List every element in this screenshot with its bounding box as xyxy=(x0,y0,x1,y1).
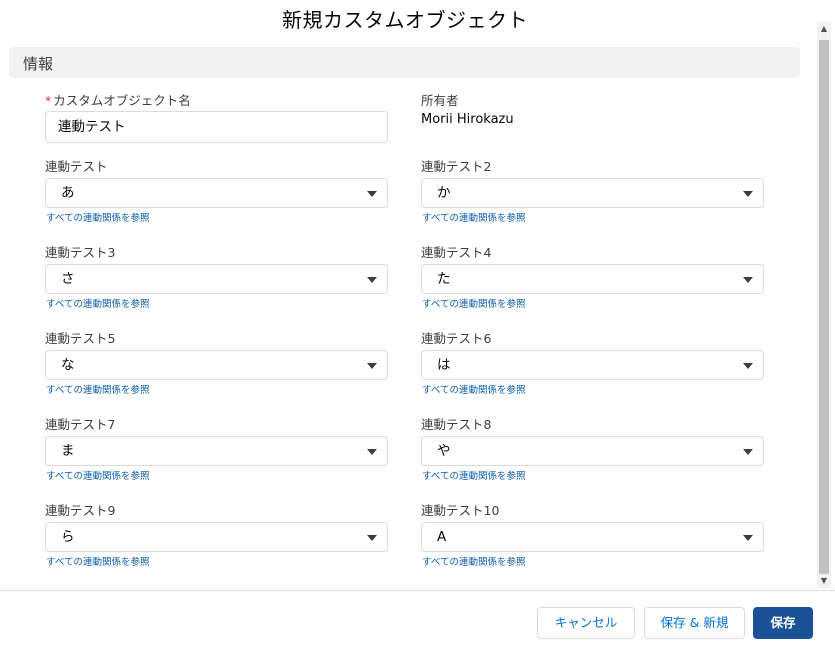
field-label: 連動テスト5 xyxy=(45,331,116,346)
modal-footer: キャンセル 保存 & 新規 保存 xyxy=(0,590,835,653)
field-label: 連動テスト8 xyxy=(421,417,492,432)
select-value: ま xyxy=(61,443,75,459)
view-dependencies-link[interactable]: すべての連動関係を参照 xyxy=(422,296,525,310)
field-select[interactable]: ま xyxy=(45,436,388,466)
object-name-label-text: カスタムオブジェクト名 xyxy=(53,93,191,108)
chevron-down-icon xyxy=(367,449,377,455)
field-select[interactable]: か xyxy=(421,178,764,208)
required-mark: * xyxy=(45,93,52,108)
modal-title: 新規カスタムオブジェクト xyxy=(282,8,528,32)
chevron-down-icon xyxy=(367,535,377,541)
view-dependencies-link[interactable]: すべての連動関係を参照 xyxy=(422,382,525,396)
scrollbar-thumb[interactable] xyxy=(819,40,829,574)
chevron-down-icon xyxy=(743,191,753,197)
field-label: 連動テスト xyxy=(45,159,108,174)
field-select[interactable]: た xyxy=(421,264,764,294)
save-and-new-button[interactable]: 保存 & 新規 xyxy=(644,607,745,639)
view-dependencies-link[interactable]: すべての連動関係を参照 xyxy=(422,554,525,568)
cancel-button[interactable]: キャンセル xyxy=(537,607,635,639)
object-name-input[interactable]: 連動テスト xyxy=(45,111,388,143)
field-select[interactable]: は xyxy=(421,350,764,380)
field-label: 連動テスト7 xyxy=(45,417,116,432)
chevron-down-icon xyxy=(367,191,377,197)
view-dependencies-link[interactable]: すべての連動関係を参照 xyxy=(46,210,149,224)
owner-label: 所有者 xyxy=(421,93,459,108)
field-label: 連動テスト4 xyxy=(421,245,492,260)
select-value: A xyxy=(437,529,447,545)
section-header[interactable]: 情報 xyxy=(9,47,800,78)
field-select[interactable]: A xyxy=(421,522,764,552)
field-label: 連動テスト2 xyxy=(421,159,492,174)
object-name-label: * カスタムオブジェクト名 xyxy=(45,90,191,109)
field-select[interactable]: ら xyxy=(45,522,388,552)
select-value: は xyxy=(437,357,451,373)
field-select[interactable]: や xyxy=(421,436,764,466)
chevron-down-icon xyxy=(743,449,753,455)
view-dependencies-link[interactable]: すべての連動関係を参照 xyxy=(422,210,525,224)
view-dependencies-link[interactable]: すべての連動関係を参照 xyxy=(46,468,149,482)
field-label: 連動テスト10 xyxy=(421,503,500,518)
field-label: 連動テスト3 xyxy=(45,245,116,260)
select-value: ら xyxy=(61,529,75,545)
view-dependencies-link[interactable]: すべての連動関係を参照 xyxy=(46,554,149,568)
view-dependencies-link[interactable]: すべての連動関係を参照 xyxy=(46,296,149,310)
section-title: 情報 xyxy=(23,55,54,73)
field-label: 連動テスト6 xyxy=(421,331,492,346)
select-value: や xyxy=(437,443,451,459)
chevron-down-icon xyxy=(743,535,753,541)
field-label: 連動テスト9 xyxy=(45,503,116,518)
save-button[interactable]: 保存 xyxy=(753,607,813,639)
chevron-down-icon xyxy=(743,277,753,283)
select-value: さ xyxy=(61,271,75,287)
chevron-down-icon xyxy=(743,363,753,369)
select-value: た xyxy=(437,271,451,287)
field-select[interactable]: あ xyxy=(45,178,388,208)
select-value: な xyxy=(61,357,75,373)
field-select[interactable]: さ xyxy=(45,264,388,294)
vertical-scrollbar[interactable]: ▲ ▼ xyxy=(817,22,831,588)
select-value: か xyxy=(437,185,451,201)
scroll-down-arrow-icon[interactable]: ▼ xyxy=(817,574,831,588)
chevron-down-icon xyxy=(367,363,377,369)
view-dependencies-link[interactable]: すべての連動関係を参照 xyxy=(422,468,525,482)
select-value: あ xyxy=(61,185,75,201)
view-dependencies-link[interactable]: すべての連動関係を参照 xyxy=(46,382,149,396)
owner-value: Morii Hirokazu xyxy=(421,112,514,127)
scroll-up-arrow-icon[interactable]: ▲ xyxy=(817,22,831,36)
chevron-down-icon xyxy=(367,277,377,283)
field-select[interactable]: な xyxy=(45,350,388,380)
